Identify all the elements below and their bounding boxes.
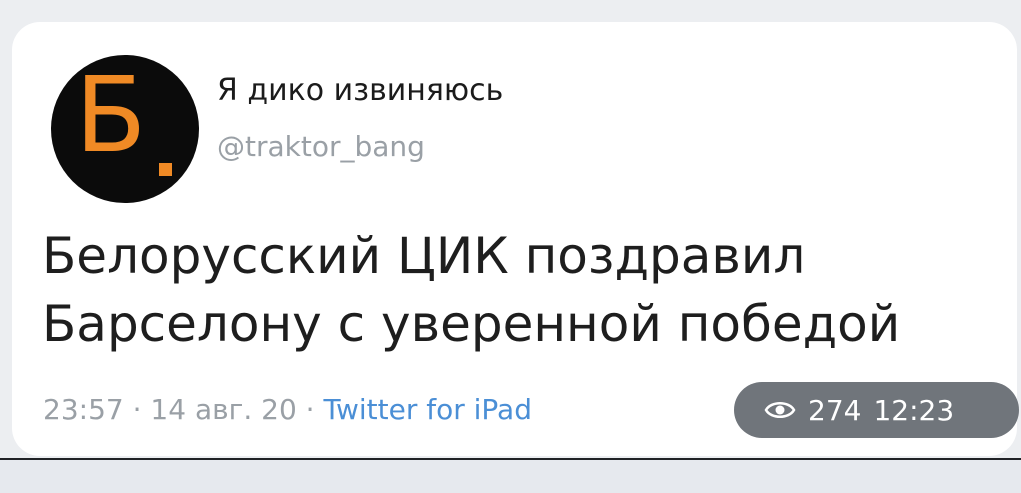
tweet-meta: 23:57 · 14 авг. 20 · Twitter for iPad <box>43 393 532 426</box>
user-handle[interactable]: @traktor_bang <box>217 130 425 163</box>
bottom-band <box>0 458 1021 493</box>
tweet-text-line: Белорусский ЦИК поздравил <box>42 227 806 285</box>
avatar-dot <box>159 163 172 176</box>
view-count: 274 <box>808 393 862 427</box>
meta-separator: · <box>305 393 315 426</box>
avatar-letter: Б <box>75 55 147 176</box>
message-time: 12:23 <box>873 393 955 427</box>
tweet-text-line: Барселону с уверенной победой <box>42 295 901 353</box>
meta-separator: · <box>132 393 142 426</box>
tweet-source-link[interactable]: Twitter for iPad <box>323 393 531 426</box>
tweet-time: 23:57 <box>43 393 124 426</box>
views-time-badge: 274 12:23 <box>734 382 1019 438</box>
avatar[interactable]: Б <box>51 55 199 203</box>
tweet-date[interactable]: 14 авг. 20 <box>150 393 296 426</box>
eye-icon <box>764 402 796 418</box>
tweet-text: Белорусский ЦИК поздравил Барселону с ув… <box>42 222 1002 358</box>
tweet-card: Б Я дико извиняюсь @traktor_bang Белорус… <box>12 22 1019 456</box>
display-name[interactable]: Я дико извиняюсь <box>217 73 503 108</box>
